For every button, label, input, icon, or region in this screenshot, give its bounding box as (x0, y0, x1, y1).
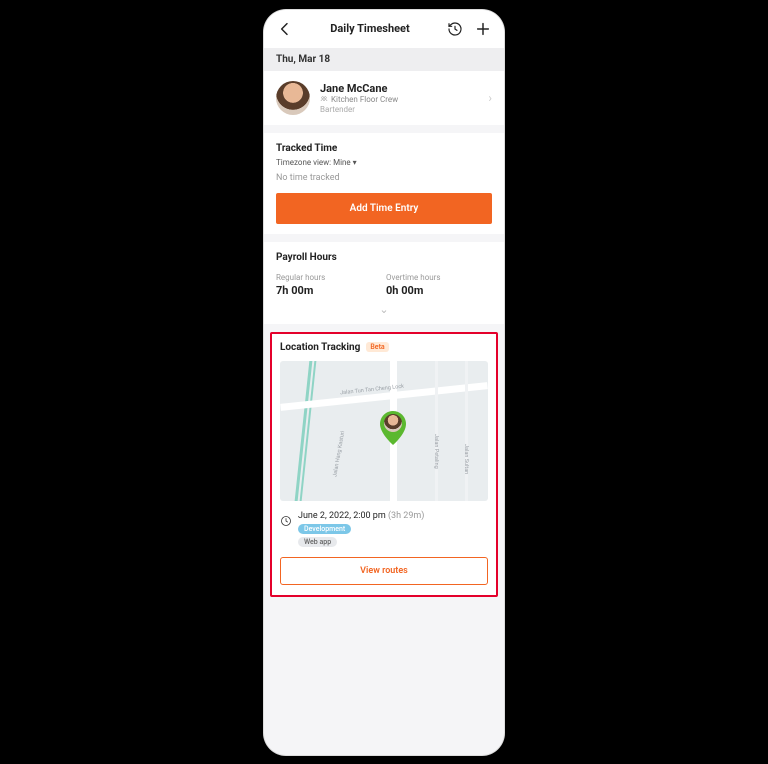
employee-name: Jane McCane (320, 82, 478, 95)
location-tracking-title: Location Tracking (280, 342, 360, 353)
date-header: Thu, Mar 18 (264, 48, 504, 71)
employee-crew: Kitchen Floor Crew (331, 95, 398, 104)
phone-frame: Daily Timesheet Thu, Mar 18 Jane McCane … (264, 10, 504, 755)
back-icon[interactable] (276, 20, 294, 38)
project-chip: Development (298, 524, 351, 534)
map-preview[interactable]: Jalan Tun Tan Cheng Lock Jalan Hang Kast… (280, 361, 488, 501)
overtime-hours-label: Overtime hours (386, 273, 492, 282)
avatar (276, 81, 310, 115)
location-timestamp: June 2, 2022, 2:00 pm (298, 511, 386, 521)
pin-avatar (384, 414, 402, 432)
regular-hours-label: Regular hours (276, 273, 382, 282)
location-duration: (3h 29m) (388, 511, 424, 521)
view-routes-button[interactable]: View routes (280, 557, 488, 585)
crew-icon (320, 95, 328, 103)
employee-role: Bartender (320, 105, 478, 114)
history-icon[interactable] (446, 20, 464, 38)
task-chip: Web app (298, 537, 337, 547)
payroll-title: Payroll Hours (276, 252, 492, 263)
tracked-time-title: Tracked Time (276, 143, 492, 154)
map-pin[interactable] (380, 411, 406, 445)
overtime-hours-value: 0h 00m (386, 284, 492, 297)
page-title: Daily Timesheet (330, 22, 409, 35)
employee-row[interactable]: Jane McCane Kitchen Floor Crew Bartender… (264, 71, 504, 125)
street-label-3: Jalan Sultan (463, 444, 469, 474)
chevron-right-icon: › (488, 91, 492, 105)
top-bar: Daily Timesheet (264, 10, 504, 48)
no-time-text: No time tracked (276, 173, 492, 183)
chevron-down-icon[interactable]: ⌄ (264, 303, 504, 324)
street-label-2: Jalan Hang Kasturi (332, 430, 346, 477)
regular-hours-value: 7h 00m (276, 284, 382, 297)
timezone-selector[interactable]: Timezone view: Mine ▾ (276, 158, 492, 167)
plus-icon[interactable] (474, 20, 492, 38)
clock-icon (280, 512, 292, 531)
add-time-entry-button[interactable]: Add Time Entry (276, 193, 492, 224)
location-tracking-card: Location Tracking Beta Jalan Tun Tan Che… (270, 332, 498, 597)
beta-badge: Beta (366, 342, 388, 352)
street-label-4: Jalan Petaling (433, 434, 439, 469)
